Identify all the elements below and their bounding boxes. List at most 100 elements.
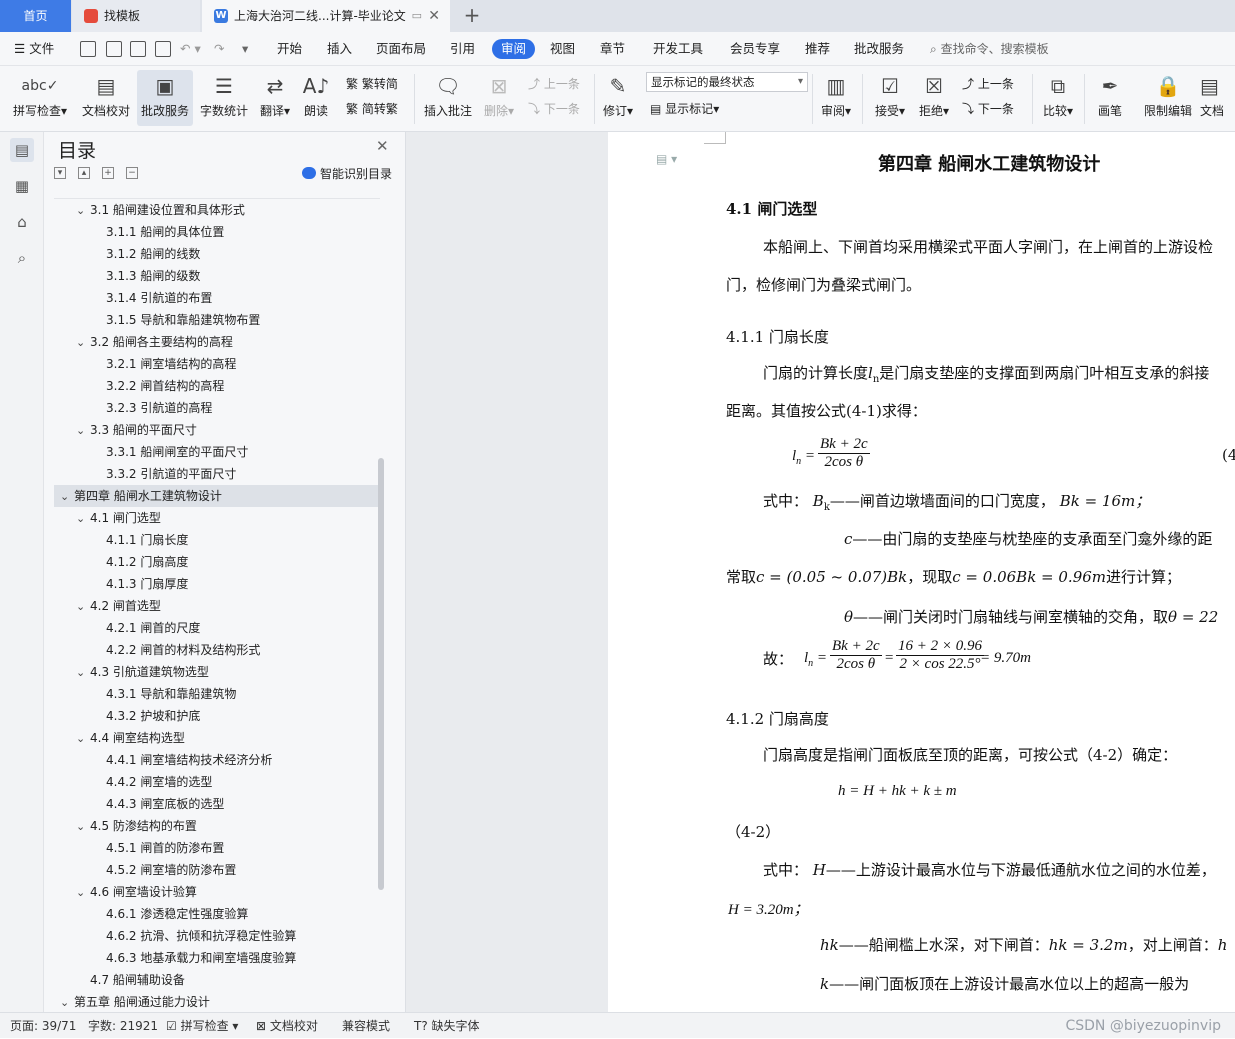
next-change-button[interactable]: ⤵ 下一条 [962, 99, 1014, 119]
toc-item[interactable]: 4.2.2 闸首的材料及结构形式 [54, 639, 380, 661]
remove-heading-icon[interactable]: − [126, 167, 138, 179]
chapter-nav-icon[interactable]: ▦ [10, 174, 34, 198]
toc-item[interactable]: 4.4.1 闸室墙结构技术经济分析 [54, 749, 380, 771]
chevron-down-icon[interactable]: ⌄ [76, 662, 90, 684]
toc-panel-icon[interactable]: ▤ [10, 138, 34, 162]
toc-item[interactable]: ⌄ 4.1 闸门选型 [54, 507, 380, 529]
toc-item[interactable]: ⌄ 第五章 船闸通过能力设计 [54, 991, 380, 1012]
print-icon[interactable] [130, 41, 146, 57]
toc-item[interactable]: 3.3.2 引航道的平面尺寸 [54, 463, 380, 485]
missing-font-status[interactable]: T? 缺失字体 [414, 1013, 480, 1039]
menu-insert[interactable]: 插入 [327, 39, 352, 59]
close-icon[interactable]: ✕ [376, 137, 389, 155]
toc-item[interactable]: ⌄ 第四章 船闸水工建筑物设计 [54, 485, 380, 507]
toc-item[interactable]: 4.4.2 闸室墙的选型 [54, 771, 380, 793]
menu-references[interactable]: 引用 [450, 39, 475, 59]
next-comment-button[interactable]: ⤵ 下一条 [528, 99, 580, 119]
toc-item[interactable]: 4.3.1 导航和靠船建筑物 [54, 683, 380, 705]
chevron-down-icon[interactable]: ⌄ [76, 816, 90, 838]
add-heading-icon[interactable]: + [102, 167, 114, 179]
chevron-down-icon[interactable]: ⌄ [76, 728, 90, 750]
monitor-icon[interactable]: ▭ [412, 0, 422, 32]
toc-item[interactable]: 4.1.1 门扇长度 [54, 529, 380, 551]
toc-item[interactable]: 3.2.3 引航道的高程 [54, 397, 380, 419]
toc-item[interactable]: ⌄ 3.3 船闸的平面尺寸 [54, 419, 380, 441]
tab-home[interactable]: 首页 [0, 0, 71, 32]
toc-item[interactable]: ⌄ 3.1 船闸建设位置和具体形式 [54, 199, 380, 221]
menu-recommend[interactable]: 推荐 [805, 39, 830, 59]
chevron-down-icon[interactable]: ⌄ [60, 992, 74, 1012]
toc-item[interactable]: ⌄ 4.2 闸首选型 [54, 595, 380, 617]
toc-item[interactable]: 3.2.1 闸室墙结构的高程 [54, 353, 380, 375]
page-indicator[interactable]: 页面: 39/71 [10, 1013, 76, 1039]
chevron-down-icon[interactable]: ⌄ [76, 332, 90, 354]
toc-item[interactable]: 4.6.2 抗滑、抗倾和抗浮稳定性验算 [54, 925, 380, 947]
toc-item[interactable]: 3.1.1 船闸的具体位置 [54, 221, 380, 243]
chevron-down-icon[interactable]: ⌄ [76, 420, 90, 442]
toc-item[interactable]: ⌄ 4.6 闸室墙设计验算 [54, 881, 380, 903]
tab-find-template[interactable]: 找模板 [72, 0, 200, 32]
spellcheck-status[interactable]: ☑ 拼写检查 ▾ [166, 1013, 238, 1039]
close-tab-icon[interactable]: ✕ [428, 0, 440, 32]
find-icon[interactable]: ⌕ [10, 246, 34, 270]
bookmark-icon[interactable]: ⌂ [10, 210, 34, 234]
menu-review[interactable]: 审阅 [492, 39, 536, 59]
accept-button[interactable]: ☑ 接受▾ [870, 70, 910, 126]
toc-item[interactable]: 4.4.3 闸室底板的选型 [54, 793, 380, 815]
read-aloud-button[interactable]: A♪ 朗读 [298, 70, 334, 126]
toc-item[interactable]: 3.2.2 闸首结构的高程 [54, 375, 380, 397]
print-preview-icon[interactable] [155, 41, 171, 57]
delete-comment-button[interactable]: ⊠ 删除▾ [480, 70, 518, 126]
toc-item[interactable]: 4.2.1 闸首的尺度 [54, 617, 380, 639]
toc-item[interactable]: ⌄ 4.5 防渗结构的布置 [54, 815, 380, 837]
add-tab-icon[interactable]: + [460, 0, 484, 32]
insert-comment-button[interactable]: 🗨 插入批注 [420, 70, 476, 126]
pen-button[interactable]: ✒ 画笔 [1092, 70, 1128, 126]
menu-developer[interactable]: 开发工具 [653, 39, 703, 59]
command-search[interactable]: ⌕ 查找命令、搜索模板 [930, 39, 1049, 59]
toc-item[interactable]: ⌄ 3.2 船闸各主要结构的高程 [54, 331, 380, 353]
chevron-down-icon[interactable]: ⌄ [76, 200, 90, 222]
file-menu[interactable]: ☰ 文件 [14, 39, 54, 59]
redo-icon[interactable]: ↷ [214, 39, 224, 59]
chevron-down-icon[interactable]: ⌄ [60, 486, 74, 508]
expand-up-icon[interactable]: ▴ [78, 167, 90, 179]
ai-detect-toc-button[interactable]: 智能识别目录 [302, 165, 392, 182]
menu-view[interactable]: 视图 [550, 39, 575, 59]
toc-item[interactable]: 4.5.2 闸室墙的防渗布置 [54, 859, 380, 881]
toc-scrollbar[interactable] [378, 458, 384, 890]
toc-item[interactable]: ⌄ 4.3 引航道建筑物选型 [54, 661, 380, 683]
toc-item[interactable]: 4.5.1 闸首的防渗布置 [54, 837, 380, 859]
toc-item[interactable]: 4.1.2 门扇高度 [54, 551, 380, 573]
compare-button[interactable]: ⧉ 比较▾ [1038, 70, 1078, 126]
markup-state-select[interactable]: 显示标记的最终状态 ▾ [646, 72, 808, 92]
prev-change-button[interactable]: ⤴ 上一条 [962, 74, 1014, 94]
toc-item[interactable]: 3.3.1 船闸闸室的平面尺寸 [54, 441, 380, 463]
toc-item[interactable]: 4.1.3 门扇厚度 [54, 573, 380, 595]
paragraph-menu-icon[interactable]: ▤ ▾ [656, 152, 677, 166]
toc-item[interactable]: 4.6.3 地基承载力和闸室墙强度验算 [54, 947, 380, 969]
doc-proof-button[interactable]: ▤ 文档校对 [78, 70, 134, 126]
undo-icon[interactable]: ↶ ▾ [180, 39, 201, 59]
reject-button[interactable]: ☒ 拒绝▾ [914, 70, 954, 126]
document-page[interactable]: ▤ ▾ 第四章 船闸水工建筑物设计 4.1 闸门选型 本船闸上、下闸首均采用横梁… [608, 132, 1235, 1012]
doc-permission-button[interactable]: ▤ 文档 [1200, 70, 1235, 126]
prev-comment-button[interactable]: ⤴ 上一条 [528, 74, 580, 94]
toc-item[interactable]: 4.6.1 渗透稳定性强度验算 [54, 903, 380, 925]
menu-page-layout[interactable]: 页面布局 [376, 39, 426, 59]
menu-chapter[interactable]: 章节 [600, 39, 625, 59]
toc-item[interactable]: 3.1.4 引航道的布置 [54, 287, 380, 309]
chevron-down-icon[interactable]: ⌄ [76, 596, 90, 618]
menu-review-service[interactable]: 批改服务 [854, 39, 904, 59]
trad-to-simp-button[interactable]: 繁 繁转简 [346, 74, 398, 94]
export-icon[interactable] [106, 41, 122, 57]
show-markup-button[interactable]: ▤ 显示标记▾ [650, 99, 719, 119]
save-icon[interactable] [80, 41, 96, 57]
toc-item[interactable]: ⌄ 4.4 闸室结构选型 [54, 727, 380, 749]
chevron-down-icon[interactable]: ⌄ [76, 508, 90, 530]
spellcheck-button[interactable]: abc✓ 拼写检查▾ [8, 70, 72, 126]
word-count-indicator[interactable]: 字数: 21921 [88, 1013, 158, 1039]
chevron-down-icon[interactable]: ⌄ [76, 882, 90, 904]
proof-status[interactable]: ⊠ 文档校对 [256, 1013, 318, 1039]
word-count-button[interactable]: ☰ 字数统计 [197, 70, 251, 126]
